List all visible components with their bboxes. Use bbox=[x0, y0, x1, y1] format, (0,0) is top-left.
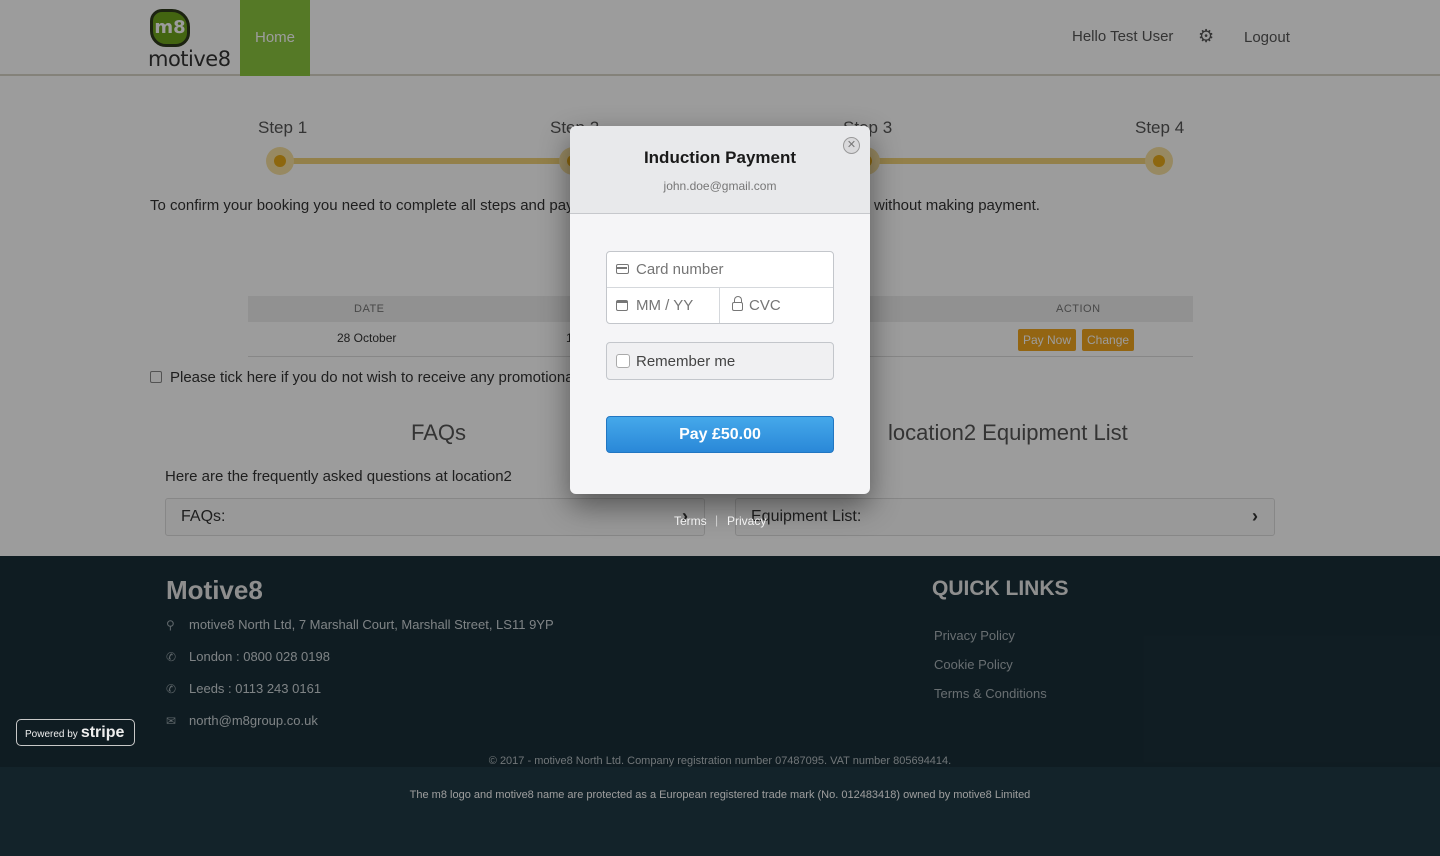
remember-me-checkbox[interactable] bbox=[616, 354, 630, 368]
card-number-field[interactable] bbox=[607, 252, 833, 288]
modal-header: Induction Payment john.doe@gmail.com ✕ bbox=[570, 126, 870, 214]
footer-separator: | bbox=[715, 513, 719, 527]
modal-email: john.doe@gmail.com bbox=[663, 179, 777, 193]
cvc-field[interactable] bbox=[720, 288, 840, 323]
expiry-field[interactable] bbox=[607, 288, 726, 323]
pay-button[interactable]: Pay £50.00 bbox=[606, 416, 834, 453]
modal-title: Induction Payment bbox=[643, 148, 797, 167]
remember-me-label: Remember me bbox=[636, 353, 736, 370]
terms-link[interactable]: Terms bbox=[674, 514, 707, 528]
card-number-input[interactable] bbox=[636, 261, 817, 278]
cvc-input[interactable] bbox=[749, 297, 840, 314]
privacy-link[interactable]: Privacy bbox=[727, 514, 766, 528]
remember-me-row[interactable]: Remember me bbox=[606, 342, 834, 380]
card-input-group bbox=[606, 251, 840, 324]
lock-icon bbox=[732, 296, 743, 311]
stripe-badge-prefix: Powered by bbox=[25, 729, 78, 740]
powered-by-stripe-badge[interactable]: Powered by stripe bbox=[16, 719, 135, 746]
calendar-icon bbox=[616, 300, 628, 311]
expiry-input[interactable] bbox=[636, 297, 726, 314]
stripe-badge-brand: stripe bbox=[80, 724, 125, 741]
credit-card-icon bbox=[616, 264, 629, 274]
close-icon[interactable]: ✕ bbox=[843, 137, 860, 154]
payment-modal: Induction Payment john.doe@gmail.com ✕ R… bbox=[570, 126, 870, 494]
